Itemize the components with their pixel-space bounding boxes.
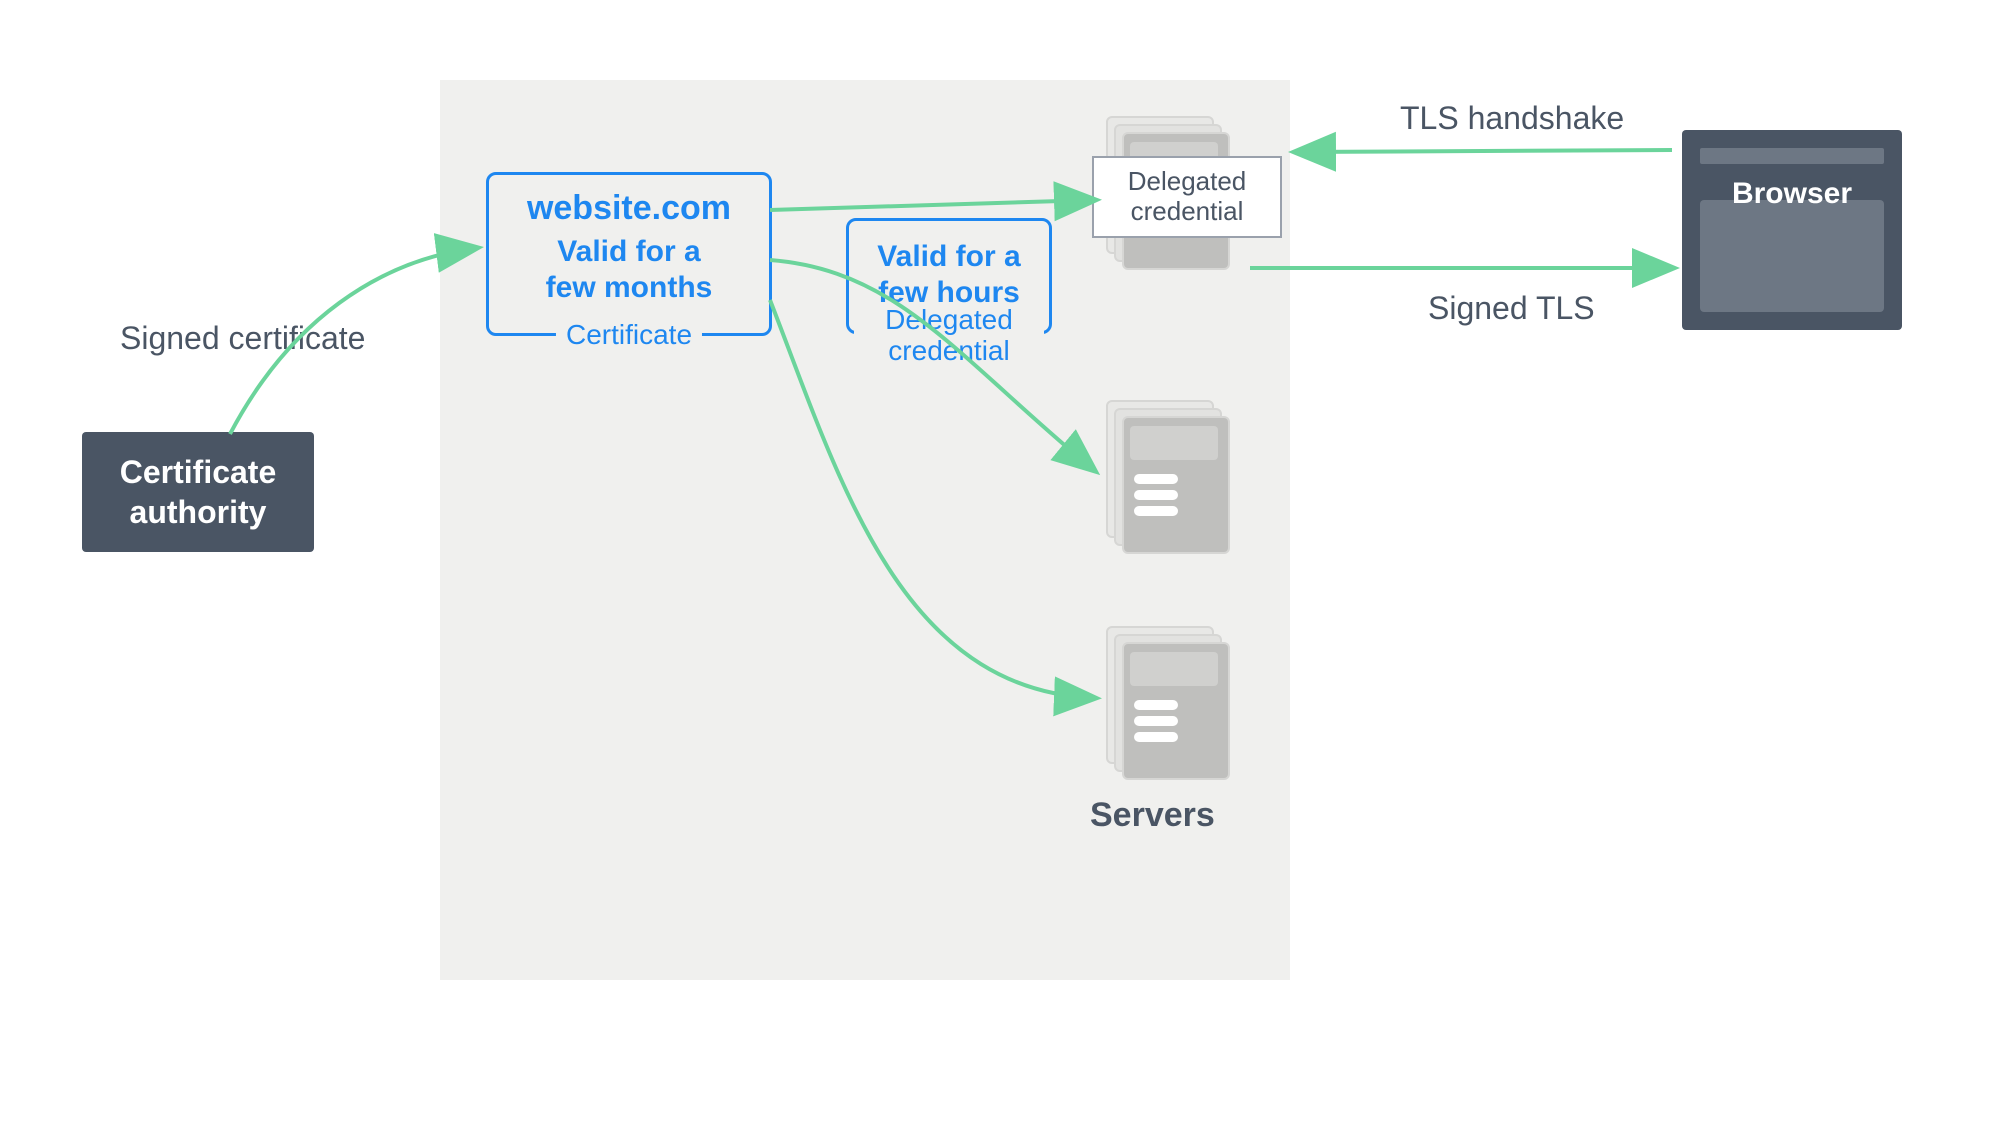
- certificate-card: website.com Valid for a few months Certi…: [486, 172, 772, 336]
- delegated-credential-popup-text: Delegated credential: [1128, 167, 1247, 227]
- browser-label: Browser: [1732, 175, 1852, 213]
- delegated-credential-popup: Delegated credential: [1092, 156, 1282, 238]
- signed-tls-label: Signed TLS: [1428, 290, 1595, 327]
- browser-chrome-inner: [1700, 200, 1884, 312]
- certificate-footer: Certificate: [556, 320, 702, 351]
- signed-certificate-label: Signed certificate: [120, 320, 365, 357]
- delegated-footer: Delegated credential: [854, 305, 1044, 367]
- server-icon: [1106, 400, 1226, 550]
- certificate-authority-label: Certificate authority: [120, 452, 277, 532]
- certificate-domain: website.com: [489, 189, 769, 228]
- browser-chrome-top: [1700, 148, 1884, 164]
- certificate-validity: Valid for a few months: [489, 234, 769, 306]
- delegated-validity: Valid for a few hours: [849, 239, 1049, 311]
- servers-label: Servers: [1090, 796, 1215, 835]
- browser-box: Browser: [1682, 130, 1902, 330]
- diagram-stage: Certificate authority Browser website.co…: [0, 0, 2000, 1125]
- certificate-authority-box: Certificate authority: [82, 432, 314, 552]
- tls-handshake-label: TLS handshake: [1400, 100, 1624, 137]
- server-icon: [1106, 626, 1226, 776]
- delegated-credential-card: Valid for a few hours Delegated credenti…: [846, 218, 1052, 334]
